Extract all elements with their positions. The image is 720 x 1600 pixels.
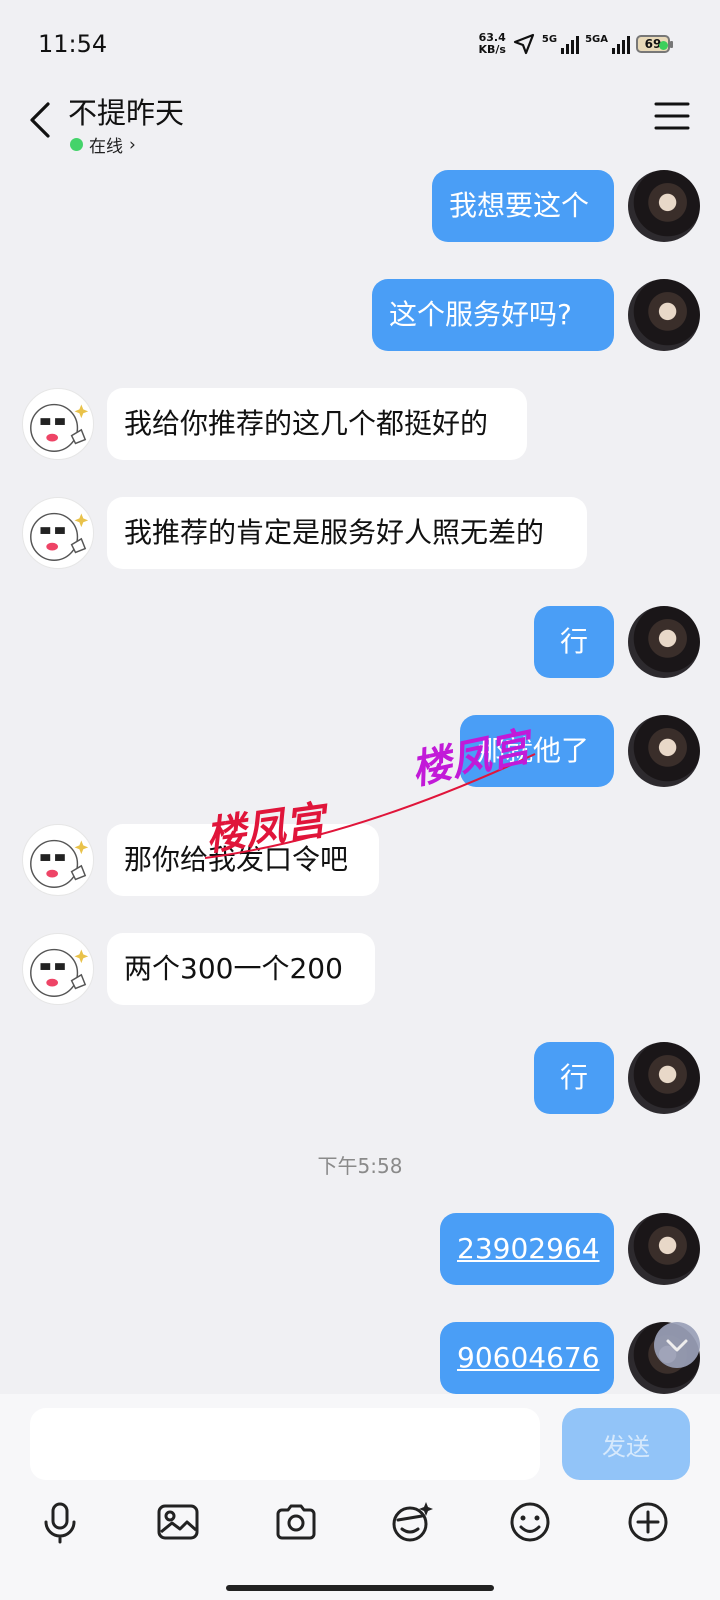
online-dot <box>70 138 83 151</box>
chevron-down-icon <box>666 1339 688 1352</box>
status-bar: 11:54 63.4 KB/s 5G 5GA 69 <box>0 0 720 92</box>
send-button[interactable]: 发送 <box>562 1408 690 1480</box>
chevron-right-icon: › <box>129 134 136 155</box>
message-bubble[interactable]: 这个服务好吗? <box>372 279 614 351</box>
contact-name[interactable]: 不提昨天 <box>68 90 184 132</box>
message-row: 那你给我发口令吧 <box>0 820 720 896</box>
message-row: 23902964 <box>0 1209 720 1285</box>
message-timestamp: 下午5:58 <box>317 1154 403 1178</box>
avatar[interactable] <box>22 824 94 896</box>
plus-icon[interactable] <box>624 1498 672 1546</box>
message-row: 那就他了 <box>0 711 720 787</box>
camera-icon[interactable] <box>272 1498 320 1546</box>
composer: 发送 <box>0 1394 720 1600</box>
message-row: 两个300一个200 <box>0 929 720 1005</box>
message-bubble[interactable]: 我推荐的肯定是服务好人照无差的 <box>107 497 587 569</box>
network-speed: 63.4 KB/s <box>478 31 506 56</box>
status-icons: 63.4 KB/s 5G 5GA 69 <box>478 31 673 56</box>
avatar[interactable] <box>22 933 94 1005</box>
avatar[interactable] <box>628 715 700 787</box>
image-icon[interactable] <box>154 1498 202 1546</box>
message-bubble[interactable]: 那就他了 <box>460 715 614 787</box>
composer-toolbar <box>0 1498 720 1568</box>
message-bubble[interactable]: 行 <box>534 606 614 678</box>
signal-1: 5G <box>542 34 580 54</box>
message-row: 这个服务好吗? <box>0 275 720 351</box>
message-bubble[interactable]: 我给你推荐的这几个都挺好的 <box>107 388 527 460</box>
message-bubble[interactable]: 那你给我发口令吧 <box>107 824 379 896</box>
avatar[interactable] <box>628 1213 700 1285</box>
back-arrow-icon[interactable] <box>22 98 62 142</box>
menu-icon[interactable] <box>654 100 690 132</box>
avatar[interactable] <box>628 279 700 351</box>
scroll-to-bottom-button[interactable] <box>654 1322 700 1368</box>
avatar[interactable] <box>628 606 700 678</box>
message-row: 行 <box>0 1038 720 1114</box>
message-row: 90604676 <box>0 1318 720 1394</box>
emoji-icon[interactable] <box>506 1498 554 1546</box>
home-indicator[interactable] <box>226 1585 494 1591</box>
message-bubble[interactable]: 两个300一个200 <box>107 933 375 1005</box>
status-time: 11:54 <box>38 30 108 58</box>
microphone-icon[interactable] <box>36 1498 84 1546</box>
online-label: 在线 <box>89 137 123 157</box>
online-status[interactable]: 在线 › <box>70 132 136 157</box>
message-bubble[interactable]: 行 <box>534 1042 614 1114</box>
message-row: 我给你推荐的这几个都挺好的 <box>0 384 720 460</box>
privacy-indicator <box>659 41 668 50</box>
location-arrow-icon <box>513 33 535 55</box>
avatar[interactable] <box>628 170 700 242</box>
signal-2: 5GA <box>585 34 630 54</box>
avatar[interactable] <box>22 388 94 460</box>
chat-header: 不提昨天 在线 › <box>0 92 720 162</box>
message-row: 我想要这个 <box>0 166 720 242</box>
message-bubble[interactable]: 我想要这个 <box>432 170 614 242</box>
avatar[interactable] <box>22 497 94 569</box>
avatar[interactable] <box>628 1042 700 1114</box>
message-bubble[interactable]: 23902964 <box>440 1213 614 1285</box>
message-row: 我推荐的肯定是服务好人照无差的 <box>0 493 720 569</box>
message-bubble[interactable]: 90604676 <box>440 1322 614 1394</box>
message-list[interactable]: 我想要这个 这个服务好吗? 我给你推荐的这几个都挺好的 我推荐的肯定是服务好人照… <box>0 162 720 1394</box>
sticker-icon[interactable] <box>388 1498 436 1546</box>
message-row: 行 <box>0 602 720 678</box>
message-input[interactable] <box>30 1408 540 1480</box>
